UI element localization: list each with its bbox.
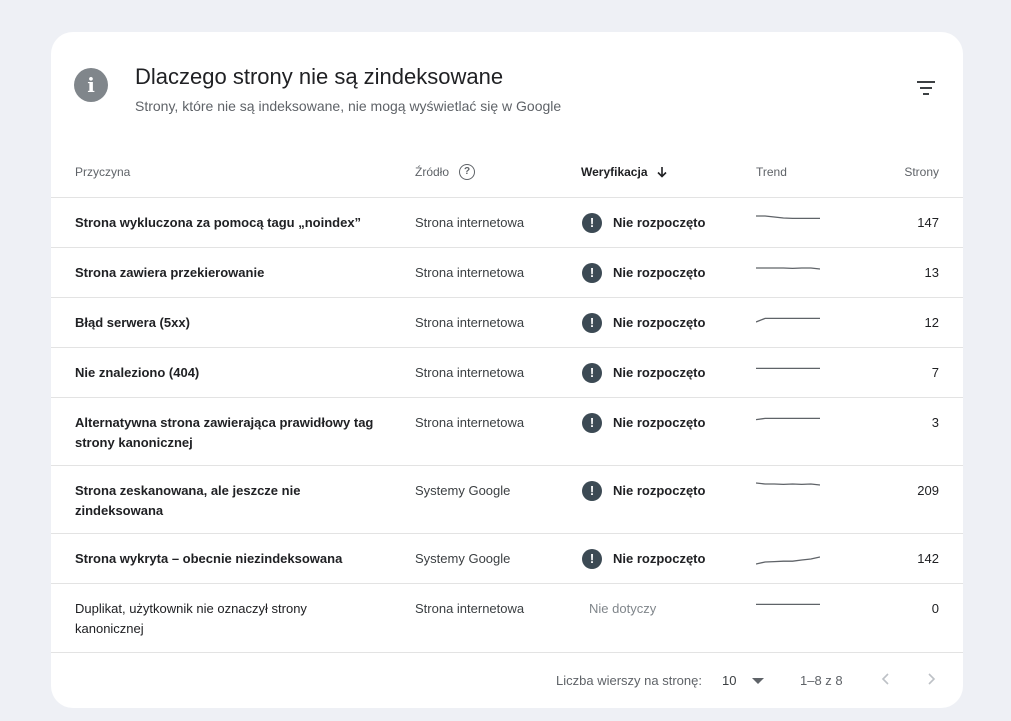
column-header-trend[interactable]: Trend [756, 146, 787, 197]
row-source: Systemy Google [415, 551, 511, 566]
table-header: Przyczyna Źródło ? Weryfikacja Trend Str… [51, 146, 963, 198]
chevron-left-icon[interactable] [874, 667, 898, 691]
row-trend-sparkline [756, 411, 820, 431]
row-source: Strona internetowa [415, 215, 525, 230]
table-body: Strona wykluczona za pomocą tagu „noinde… [51, 198, 963, 651]
row-status-text: Nie rozpoczęto [613, 551, 706, 566]
arrow-down-icon [656, 166, 667, 178]
sparkline-path [756, 215, 820, 220]
row-reason: Błąd serwera (5xx) [75, 315, 190, 330]
row-trend-sparkline [756, 547, 820, 567]
row-trend-sparkline [756, 261, 820, 281]
column-header-verification[interactable]: Weryfikacja [581, 146, 668, 197]
row-status-text: Nie dotyczy [589, 601, 657, 616]
row-verification: Nie dotyczy [589, 599, 656, 619]
row-verification: ! Nie rozpoczęto [582, 263, 705, 283]
table-row[interactable]: Strona wykluczona za pomocą tagu „noinde… [51, 198, 963, 248]
row-verification: ! Nie rozpoczęto [582, 481, 705, 501]
row-trend-sparkline [756, 479, 820, 499]
row-reason: Strona zawiera przekierowanie [75, 265, 265, 280]
pagination-range: 1–8 z 8 [800, 673, 843, 688]
row-pages-count: 209 [917, 483, 939, 498]
page-title: Dlaczego strony nie są zindeksowane [135, 64, 504, 89]
row-verification: ! Nie rozpoczęto [582, 313, 705, 333]
rows-per-page-value: 10 [722, 673, 737, 688]
row-trend-sparkline [756, 597, 820, 617]
exclamation-circle-icon: ! [582, 213, 602, 233]
table-row[interactable]: Strona wykryta – obecnie niezindeksowana… [51, 534, 963, 584]
row-reason: Strona wykluczona za pomocą tagu „noinde… [75, 215, 362, 230]
row-status-text: Nie rozpoczęto [613, 365, 706, 380]
table-row[interactable]: Duplikat, użytkownik nie oznaczył strony… [51, 584, 963, 651]
row-reason: Strona zeskanowana, ale jeszcze nie zind… [75, 483, 301, 518]
row-source: Strona internetowa [415, 601, 525, 616]
row-status-text: Nie rozpoczęto [613, 215, 706, 230]
sparkline-path [756, 417, 820, 421]
row-status-text: Nie rozpoczęto [613, 483, 706, 498]
table-row[interactable]: Nie znaleziono (404) Strona internetowa! N… [51, 348, 963, 398]
help-circle-icon[interactable]: ? [459, 163, 476, 180]
row-status-text: Nie rozpoczęto [613, 315, 706, 330]
row-reason: Alternatywna strona zawierająca prawidło… [75, 415, 374, 450]
dropdown-arrow-icon [752, 677, 765, 684]
sparkline-path [756, 317, 820, 323]
row-verification: ! Nie rozpoczęto [582, 213, 705, 233]
row-reason: Nie znaleziono (404) [75, 365, 200, 380]
row-source: Systemy Google [415, 483, 511, 498]
row-pages-count: 12 [924, 315, 939, 330]
info-icon: i [74, 68, 108, 102]
chevron-right-icon[interactable] [919, 667, 943, 691]
sparkline-path [756, 267, 820, 270]
page-subtitle: Strony, które nie są indeksowane, nie mo… [135, 98, 562, 114]
exclamation-circle-icon: ! [582, 413, 602, 433]
exclamation-circle-icon: ! [582, 263, 602, 283]
row-pages-count: 0 [931, 601, 939, 616]
row-pages-count: 13 [924, 265, 939, 280]
sparkline-path [756, 556, 820, 565]
row-trend-sparkline [756, 311, 820, 331]
index-report-card: i Dlaczego strony nie są zindeksowane St… [51, 32, 963, 708]
column-header-pages[interactable]: Strony [904, 146, 939, 197]
row-verification: ! Nie rozpoczęto [582, 363, 705, 383]
row-trend-sparkline [756, 361, 820, 381]
filter-icon[interactable] [913, 76, 941, 100]
pagination-bar: Liczba wierszy na stronę: 10 1–8 z 8 [51, 652, 963, 708]
table-row[interactable]: Błąd serwera (5xx) Strona internetowa! Nie… [51, 298, 963, 348]
row-reason: Strona wykryta – obecnie niezindeksowana [75, 551, 343, 566]
row-source: Strona internetowa [415, 415, 525, 430]
table-row[interactable]: Strona zawiera przekierowanie Strona inte… [51, 248, 963, 298]
exclamation-circle-icon: ! [582, 363, 602, 383]
column-header-source[interactable]: Źródło ? [415, 146, 476, 197]
row-status-text: Nie rozpoczęto [613, 415, 706, 430]
exclamation-circle-icon: ! [582, 313, 602, 333]
row-pages-count: 7 [931, 365, 939, 380]
row-source: Strona internetowa [415, 315, 525, 330]
row-source: Strona internetowa [415, 265, 525, 280]
row-pages-count: 142 [917, 551, 939, 566]
row-status-text: Nie rozpoczęto [613, 265, 706, 280]
row-reason: Duplikat, użytkownik nie oznaczył strony… [75, 601, 307, 636]
table-row[interactable]: Alternatywna strona zawierająca prawidło… [51, 398, 963, 466]
row-source: Strona internetowa [415, 365, 525, 380]
row-trend-sparkline [756, 211, 820, 231]
rows-per-page-select[interactable]: 10 [722, 673, 765, 688]
sparkline-path [756, 482, 820, 486]
rows-per-page-label: Liczba wierszy na stronę: [556, 673, 702, 688]
row-pages-count: 147 [917, 215, 939, 230]
row-verification: ! Nie rozpoczęto [582, 549, 705, 569]
table-row[interactable]: Strona zeskanowana, ale jeszcze nie zind… [51, 466, 963, 534]
row-verification: ! Nie rozpoczęto [582, 413, 705, 433]
exclamation-circle-icon: ! [582, 549, 602, 569]
row-pages-count: 3 [931, 415, 939, 430]
exclamation-circle-icon: ! [582, 481, 602, 501]
column-header-reason[interactable]: Przyczyna [75, 146, 130, 197]
